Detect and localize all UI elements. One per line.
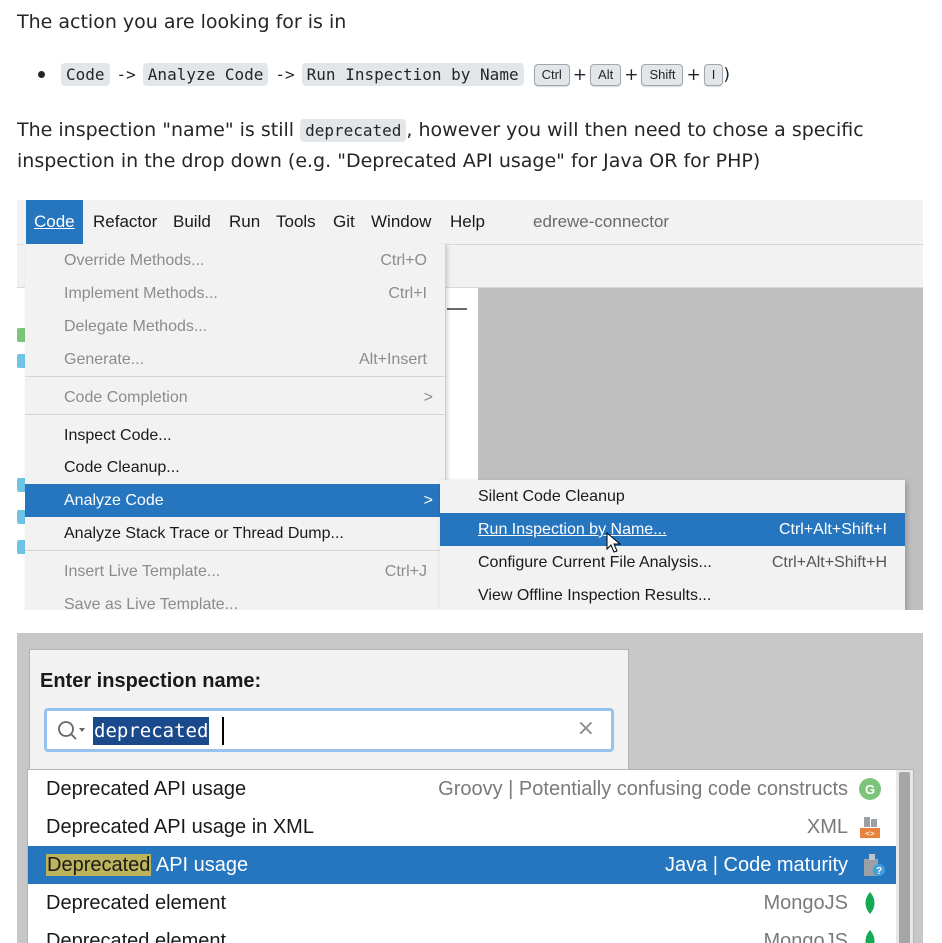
- menu-item-code-cleanup[interactable]: Code Cleanup...: [25, 451, 445, 484]
- text-caret: [222, 717, 224, 745]
- submenu-item-silent-cleanup[interactable]: Silent Code Cleanup: [440, 480, 905, 513]
- xml-icon: <>: [860, 817, 880, 838]
- collapse-icon[interactable]: [447, 308, 467, 310]
- plus-1: +: [572, 64, 588, 85]
- menu-item-code-completion[interactable]: Code Completion >: [25, 381, 445, 414]
- kbd-i: I: [703, 63, 724, 86]
- scrollbar-thumb[interactable]: [899, 772, 910, 943]
- menu-separator: [25, 414, 445, 415]
- menu-item-generate[interactable]: Generate... Alt+Insert: [25, 343, 445, 376]
- mouse-cursor-icon: [606, 532, 622, 553]
- explanation-text: The inspection "name" is still deprecate…: [17, 115, 917, 177]
- menu-separator: [25, 550, 445, 551]
- explanation-before: The inspection "name" is still: [17, 119, 301, 141]
- code-analyze: Analyze Code: [142, 63, 269, 86]
- dialog-title: Enter inspection name:: [40, 670, 262, 692]
- menubar-help[interactable]: Help: [450, 200, 485, 244]
- menubar-window[interactable]: Window: [371, 200, 431, 244]
- chevron-right-icon: >: [423, 389, 433, 406]
- kbd-alt: Alt: [590, 63, 622, 86]
- ide-menu-screenshot: Code Refactor Build Run Tools Git Window…: [17, 200, 923, 610]
- menubar-run[interactable]: Run: [229, 200, 260, 244]
- java-inspection-icon: ?: [864, 854, 885, 877]
- menubar-git[interactable]: Git: [333, 200, 355, 244]
- menubar-build[interactable]: Build: [173, 200, 211, 244]
- ide-menubar: Code Refactor Build Run Tools Git Window…: [17, 200, 923, 245]
- close-paren: ): [723, 64, 730, 85]
- plus-2: +: [624, 64, 639, 85]
- arrow-1: ->: [116, 65, 136, 84]
- svg-text:?: ?: [876, 866, 882, 877]
- submenu-item-run-inspection[interactable]: Run Inspection by Name... Ctrl+Alt+Shift+…: [440, 513, 905, 546]
- result-row[interactable]: Deprecated element MongoJS: [28, 884, 896, 922]
- plus-3: +: [686, 64, 701, 85]
- result-row-selected[interactable]: Deprecated API usage Java | Code maturit…: [28, 846, 913, 884]
- inspection-results-list: Deprecated API usage Groovy | Potentiall…: [27, 769, 914, 943]
- menu-item-analyze-code[interactable]: Analyze Code >: [25, 484, 445, 517]
- menubar-code[interactable]: Code: [26, 200, 83, 244]
- kbd-shift: Shift: [641, 63, 684, 86]
- submenu-item-offline-results[interactable]: View Offline Inspection Results...: [440, 579, 905, 610]
- chevron-right-icon: >: [423, 492, 433, 509]
- svg-text:G: G: [865, 782, 875, 797]
- inspection-dialog-screenshot: Enter inspection name: deprecated × Depr…: [17, 633, 923, 943]
- menubar-tools[interactable]: Tools: [276, 200, 316, 244]
- menu-item-delegate[interactable]: Delegate Methods...: [25, 310, 445, 343]
- menu-path-bullet: Code -> Analyze Code -> Run Inspection b…: [38, 63, 730, 86]
- svg-text:<>: <>: [865, 829, 875, 838]
- menubar-refactor[interactable]: Refactor: [93, 200, 157, 244]
- result-row[interactable]: Deprecated element MongoJS: [28, 922, 896, 943]
- result-row[interactable]: Deprecated API usage Groovy | Potentiall…: [28, 770, 896, 808]
- code-menu: Code: [61, 63, 110, 86]
- code-deprecated: deprecated: [300, 119, 407, 142]
- menu-item-save-live-template[interactable]: Save as Live Template...: [25, 588, 445, 610]
- kbd-ctrl: Ctrl: [533, 63, 570, 86]
- mongodb-leaf-icon: [865, 892, 875, 914]
- menu-item-implement[interactable]: Implement Methods... Ctrl+I: [25, 277, 445, 310]
- menu-separator: [25, 376, 445, 377]
- clear-icon[interactable]: ×: [577, 716, 595, 741]
- intro-text: The action you are looking for is in: [17, 11, 347, 33]
- enter-inspection-dialog: Enter inspection name: deprecated ×: [29, 649, 629, 787]
- code-menu-dropdown: Override Methods... Ctrl+O Implement Meth…: [25, 244, 446, 610]
- code-run-inspection: Run Inspection by Name: [301, 63, 524, 86]
- results-scrollbar[interactable]: [896, 770, 913, 943]
- search-input-value: deprecated: [93, 717, 210, 745]
- groovy-icon: G: [859, 778, 881, 800]
- arrow-2: ->: [275, 65, 295, 84]
- mongodb-leaf-icon: [865, 930, 875, 943]
- search-icon[interactable]: [57, 720, 87, 740]
- result-row[interactable]: Deprecated API usage in XML XML <>: [28, 808, 896, 846]
- bullet-dot: [38, 71, 45, 78]
- submenu-item-configure-analysis[interactable]: Configure Current File Analysis... Ctrl+A…: [440, 546, 905, 579]
- project-name: edrewe-connector: [533, 212, 670, 231]
- analyze-code-submenu: Silent Code Cleanup Run Inspection by Na…: [440, 480, 905, 610]
- menu-item-inspect-code[interactable]: Inspect Code...: [25, 419, 445, 452]
- menu-item-override[interactable]: Override Methods... Ctrl+O: [25, 244, 445, 277]
- menu-item-analyze-stack-trace[interactable]: Analyze Stack Trace or Thread Dump...: [25, 517, 445, 550]
- menu-item-insert-live-template[interactable]: Insert Live Template... Ctrl+J: [25, 555, 445, 588]
- inspection-search-input[interactable]: deprecated ×: [44, 708, 614, 752]
